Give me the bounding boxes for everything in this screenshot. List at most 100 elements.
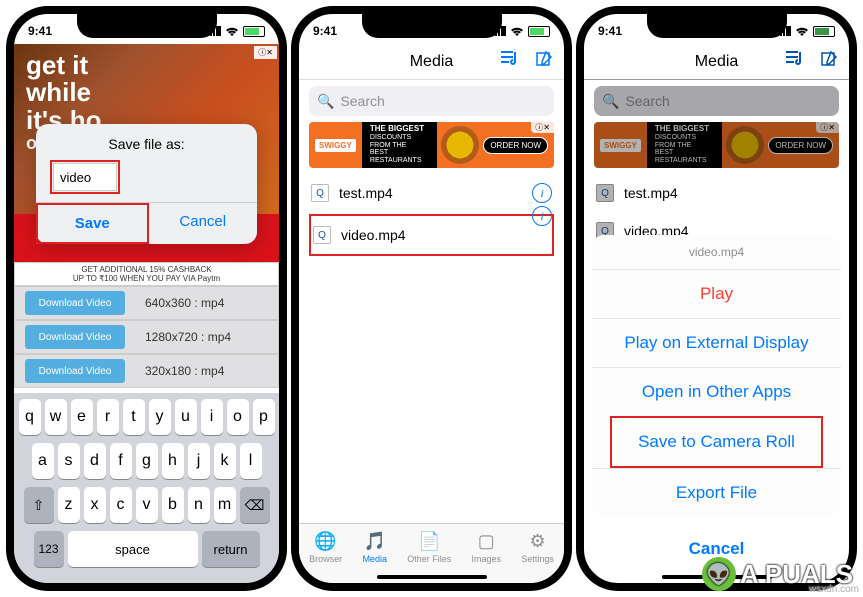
battery-icon	[813, 26, 835, 37]
key-p[interactable]: p	[253, 399, 275, 435]
numeric-key[interactable]: 123	[34, 531, 64, 567]
status-time: 9:41	[598, 24, 622, 38]
download-row-2: Download Video 1280x720 : mp4	[14, 320, 279, 354]
backspace-key[interactable]: ⌫	[240, 487, 270, 523]
download-button[interactable]: Download Video	[25, 325, 125, 349]
filename-input[interactable]: video	[53, 163, 117, 191]
action-sheet: video.mp4 Play Play on External Display …	[592, 235, 841, 583]
key-o[interactable]: o	[227, 399, 249, 435]
tab-label: Images	[472, 554, 502, 564]
key-l[interactable]: l	[240, 443, 262, 479]
file-row-test[interactable]: Q test.mp4	[584, 174, 849, 212]
images-icon: ▢	[474, 530, 498, 552]
ad-banner[interactable]: ⓘ✕ SWIGGY THE BIGGESTDISCOUNTS FROM THEB…	[594, 122, 839, 168]
key-e[interactable]: e	[71, 399, 93, 435]
download-res: 1280x720 : mp4	[125, 330, 278, 344]
save-button[interactable]: Save	[38, 205, 147, 242]
key-t[interactable]: t	[123, 399, 145, 435]
file-name: test.mp4	[624, 185, 837, 201]
key-r[interactable]: r	[97, 399, 119, 435]
playlist-icon[interactable]	[500, 50, 520, 73]
space-key[interactable]: space	[68, 531, 198, 567]
key-w[interactable]: w	[45, 399, 67, 435]
key-d[interactable]: d	[84, 443, 106, 479]
compose-icon[interactable]	[536, 50, 554, 73]
key-m[interactable]: m	[214, 487, 236, 523]
file-row-video[interactable]: Q video.mp4	[311, 216, 552, 254]
hero-line-2: while	[26, 79, 161, 106]
wifi-icon	[225, 26, 239, 36]
key-x[interactable]: x	[84, 487, 106, 523]
ad-cta[interactable]: ORDER NOW	[483, 137, 548, 154]
home-indicator[interactable]	[377, 575, 487, 579]
info-icon[interactable]: i	[532, 206, 552, 226]
tab-settings[interactable]: ⚙Settings	[521, 530, 554, 564]
nav-bar: Media	[584, 44, 849, 80]
ad-banner[interactable]: ⓘ✕ SWIGGY THE BIGGESTDISCOUNTS FROM THEB…	[309, 122, 554, 168]
sheet-open-apps[interactable]: Open in Other Apps	[592, 367, 841, 416]
ad-info-icon[interactable]: ⓘ✕	[254, 46, 277, 59]
key-j[interactable]: j	[188, 443, 210, 479]
gear-icon: ⚙	[526, 530, 550, 552]
search-icon: 🔍	[317, 93, 334, 110]
key-z[interactable]: z	[58, 487, 80, 523]
shift-key[interactable]: ⇧	[24, 487, 54, 523]
download-button[interactable]: Download Video	[25, 291, 125, 315]
key-h[interactable]: h	[162, 443, 184, 479]
appuals-logo-icon: 👽	[702, 557, 736, 591]
media-icon: 🎵	[363, 530, 387, 552]
phone-1: 9:41 ⓘ✕ get it while it's ho or ato	[6, 6, 287, 591]
cashback-strip: GET ADDITIONAL 15% CASHBACK UP TO ₹100 W…	[14, 262, 279, 286]
key-v[interactable]: v	[136, 487, 158, 523]
sheet-external[interactable]: Play on External Display	[592, 318, 841, 367]
phone-3: 9:41 Media 🔍 Search ⓘ✕	[576, 6, 857, 591]
return-key[interactable]: return	[202, 531, 260, 567]
key-i[interactable]: i	[201, 399, 223, 435]
tab-media[interactable]: 🎵 Media	[362, 530, 387, 564]
ad-text: THE BIGGESTDISCOUNTS FROM THEBEST RESTAU…	[647, 122, 722, 168]
key-q[interactable]: q	[19, 399, 41, 435]
key-g[interactable]: g	[136, 443, 158, 479]
key-f[interactable]: f	[110, 443, 132, 479]
file-icon: Q	[596, 184, 614, 202]
cashback-line-1: GET ADDITIONAL 15% CASHBACK	[81, 265, 211, 274]
tab-images[interactable]: ▢ Images	[472, 530, 502, 564]
notch	[362, 12, 502, 38]
key-u[interactable]: u	[175, 399, 197, 435]
info-icon[interactable]: i	[532, 183, 552, 203]
ad-text: THE BIGGESTDISCOUNTS FROM THEBEST RESTAU…	[362, 122, 437, 168]
key-k[interactable]: k	[214, 443, 236, 479]
file-name: video.mp4	[341, 227, 550, 243]
ad-cta[interactable]: ORDER NOW	[768, 137, 833, 154]
key-a[interactable]: a	[32, 443, 54, 479]
cancel-button[interactable]: Cancel	[149, 203, 258, 244]
file-row-test[interactable]: Q test.mp4 i	[299, 174, 564, 212]
download-res: 320x180 : mp4	[125, 364, 278, 378]
ad-info-icon[interactable]: ⓘ✕	[816, 122, 839, 133]
tab-label: Media	[362, 554, 387, 564]
key-b[interactable]: b	[162, 487, 184, 523]
file-name: test.mp4	[339, 185, 522, 201]
key-n[interactable]: n	[188, 487, 210, 523]
notch	[647, 12, 787, 38]
key-s[interactable]: s	[58, 443, 80, 479]
tab-browser[interactable]: 🌐Browser	[309, 530, 342, 564]
tab-label: Browser	[309, 554, 342, 564]
files-icon: 📄	[417, 530, 441, 552]
download-button[interactable]: Download Video	[25, 359, 125, 383]
sheet-title: video.mp4	[592, 235, 841, 269]
sheet-export[interactable]: Export File	[592, 468, 841, 517]
key-c[interactable]: c	[110, 487, 132, 523]
playlist-icon[interactable]	[785, 50, 805, 73]
compose-icon[interactable]	[821, 50, 839, 73]
sheet-play[interactable]: Play	[592, 269, 841, 318]
search-input[interactable]: 🔍 Search	[309, 86, 554, 116]
tab-bar: 🌐Browser 🎵 Media 📄Other Files ▢ Images ⚙Se…	[299, 523, 564, 583]
keyboard[interactable]: q w e r t y u i o p a s d f g h j k l	[14, 393, 279, 583]
key-y[interactable]: y	[149, 399, 171, 435]
ad-info-icon[interactable]: ⓘ✕	[531, 122, 554, 133]
tab-other-files[interactable]: 📄Other Files	[407, 530, 451, 564]
sheet-save-camera-roll[interactable]: Save to Camera Roll	[612, 418, 821, 466]
search-input[interactable]: 🔍 Search	[594, 86, 839, 116]
pizza-icon	[441, 126, 479, 164]
